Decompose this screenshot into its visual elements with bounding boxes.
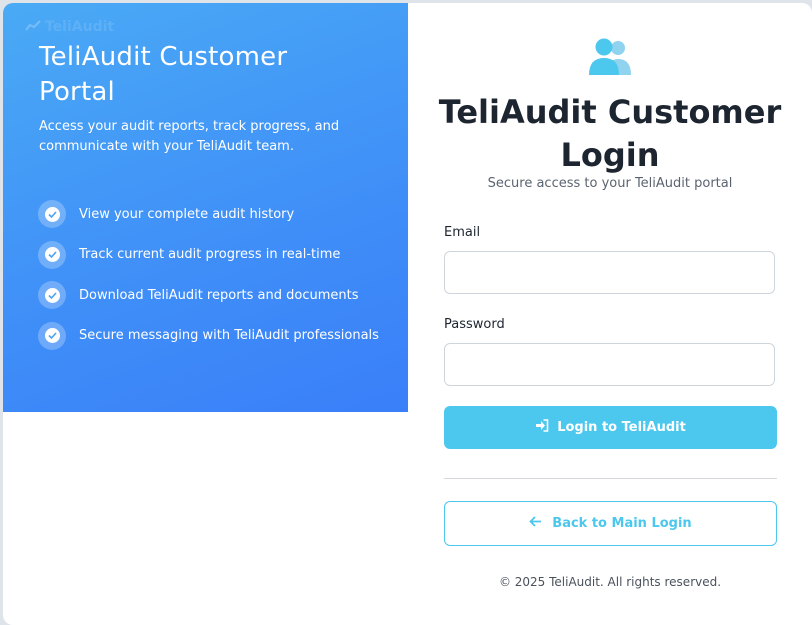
feature-text: View your complete audit history	[79, 206, 295, 222]
feature-item: Secure messaging with TeliAudit professi…	[38, 321, 379, 350]
login-button-label: Login to TeliAudit	[557, 420, 686, 435]
divider	[444, 478, 777, 479]
password-field[interactable]	[444, 343, 775, 386]
arrow-left-icon	[529, 516, 542, 531]
brand-watermark-text: TeliAudit	[45, 19, 115, 35]
login-card: TeliAudit TeliAudit Customer Portal Acce…	[3, 3, 812, 625]
check-circle-icon	[38, 281, 66, 309]
feature-text: Secure messaging with TeliAudit professi…	[79, 328, 379, 343]
login-subtitle: Secure access to your TeliAudit portal	[487, 176, 733, 191]
check-circle-icon	[38, 200, 66, 228]
feature-item: View your complete audit history	[38, 200, 379, 228]
brand-watermark: TeliAudit	[25, 19, 114, 35]
password-label: Password	[444, 317, 505, 332]
portal-title: TeliAudit Customer Portal	[39, 42, 288, 107]
email-label: Email	[444, 225, 481, 240]
copyright-text: © 2025 TeliAudit. All rights reserved.	[498, 575, 722, 589]
feature-item: Download TeliAudit reports and documents	[38, 281, 379, 309]
users-icon	[587, 37, 635, 81]
check-circle-icon	[38, 321, 66, 350]
info-panel: TeliAudit TeliAudit Customer Portal Acce…	[3, 3, 408, 412]
email-field[interactable]	[444, 251, 775, 294]
chart-icon	[25, 19, 41, 35]
check-circle-icon	[38, 240, 66, 269]
feature-list: View your complete audit history Track c…	[38, 200, 379, 362]
portal-description: Access your audit reports, track progres…	[39, 119, 340, 154]
back-to-main-login-button[interactable]: Back to Main Login	[444, 501, 777, 546]
login-title: TeliAudit Customer Login	[438, 93, 782, 174]
feature-item: Track current audit progress in real-tim…	[38, 240, 379, 269]
sign-in-icon	[535, 419, 549, 436]
login-form-panel: TeliAudit Customer Login Secure access t…	[408, 3, 812, 625]
login-button[interactable]: Login to TeliAudit	[444, 406, 777, 449]
feature-text: Track current audit progress in real-tim…	[79, 247, 341, 262]
feature-text: Download TeliAudit reports and documents	[79, 287, 359, 303]
back-button-label: Back to Main Login	[552, 516, 692, 531]
